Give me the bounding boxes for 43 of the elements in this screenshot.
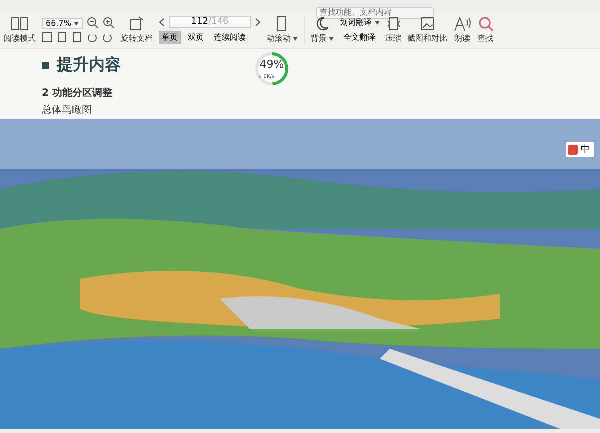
figure-caption: 总体鸟瞰图 bbox=[41, 104, 93, 117]
search-field[interactable]: 查找功能、文档内容 bbox=[316, 6, 434, 18]
full-translate-button[interactable]: 全文翻译 bbox=[340, 32, 380, 43]
compress-icon bbox=[386, 16, 401, 32]
progress-percent: 49% bbox=[258, 58, 286, 71]
bullet-icon bbox=[42, 62, 49, 69]
zoom-out-icon[interactable] bbox=[86, 17, 99, 29]
caret-icon bbox=[328, 36, 334, 40]
compress-button[interactable]: 压缩 bbox=[386, 16, 402, 44]
input-method-logo-icon bbox=[568, 144, 578, 154]
fit-width-icon[interactable] bbox=[57, 32, 68, 43]
auto-scroll-button[interactable]: 动滚动 bbox=[266, 16, 298, 44]
read-aloud-button[interactable]: 朗读 bbox=[454, 16, 472, 44]
scroll-icon bbox=[276, 16, 288, 32]
moon-icon bbox=[314, 16, 330, 32]
read-mode-button[interactable]: 阅读模式 bbox=[4, 16, 36, 44]
previous-page-icon[interactable] bbox=[158, 18, 165, 26]
fit-page-icon[interactable] bbox=[42, 32, 53, 43]
rotate-page-icon bbox=[128, 16, 145, 32]
rotate-left-icon[interactable] bbox=[87, 32, 98, 43]
caret-icon bbox=[374, 21, 380, 25]
section-heading: 提升内容 bbox=[57, 55, 121, 76]
caret-icon bbox=[292, 36, 298, 40]
view-mode-tab[interactable]: 单页 bbox=[158, 31, 181, 44]
page-number-field[interactable]: 112/146 bbox=[168, 16, 251, 28]
search-icon bbox=[478, 16, 494, 32]
input-method-indicator[interactable]: 中 bbox=[566, 142, 594, 157]
zoom-in-icon[interactable] bbox=[102, 17, 115, 29]
view-mode-tab[interactable]: 连续阅读 bbox=[210, 31, 249, 44]
view-mode-tab[interactable]: 双页 bbox=[184, 31, 207, 44]
screenshot-compare-button[interactable]: 截图和对比 bbox=[408, 16, 448, 44]
find-button[interactable]: 查找 bbox=[478, 16, 494, 44]
book-icon bbox=[11, 16, 29, 32]
next-page-icon[interactable] bbox=[254, 18, 261, 26]
word-translate-button[interactable]: 划词翻译 bbox=[340, 17, 380, 28]
zoom-dropdown[interactable]: 66.7% bbox=[42, 18, 83, 28]
rotate-right-icon[interactable] bbox=[102, 32, 113, 43]
background-button[interactable]: 背景 bbox=[310, 16, 334, 44]
speaker-letter-icon bbox=[454, 16, 472, 32]
subsection-heading: 2 功能分区调整 bbox=[41, 86, 114, 100]
image-icon bbox=[420, 16, 436, 32]
rotate-document-button[interactable]: 旋转文档 bbox=[120, 16, 153, 44]
caret-icon bbox=[74, 22, 79, 26]
